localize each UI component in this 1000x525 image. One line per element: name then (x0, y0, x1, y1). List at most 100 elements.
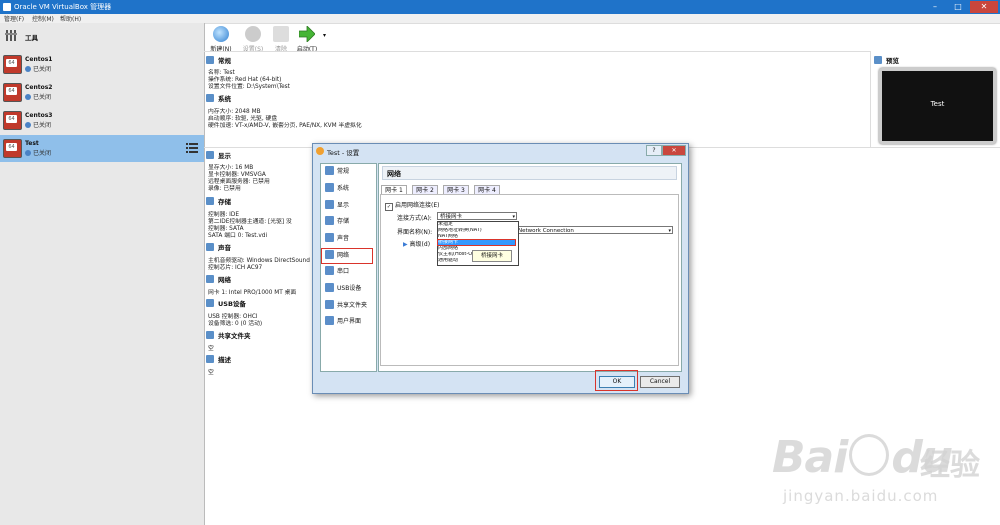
storage-line: SATA 端口 0: Test.vdi (208, 233, 268, 239)
nav-general[interactable]: 常规 (322, 165, 372, 179)
dialog-close-button[interactable]: ✕ (662, 145, 686, 156)
powered-off-icon (25, 94, 31, 100)
checkbox-icon: ✓ (385, 203, 393, 211)
powered-off-icon (25, 66, 31, 72)
powered-off-icon (25, 150, 31, 156)
network-icon (206, 275, 214, 283)
chip-icon (325, 183, 334, 192)
dropdown-option[interactable]: NAT网络 (438, 234, 515, 239)
cancel-button[interactable]: Cancel (640, 376, 680, 388)
tools-item[interactable]: 工具 (0, 23, 204, 50)
tools-icon (5, 29, 19, 42)
preview-icon (874, 56, 882, 64)
nav-audio[interactable]: 声音 (322, 232, 372, 246)
ui-icon (325, 316, 334, 325)
storage-section-title: 存储 (206, 196, 231, 206)
vm-os-icon: 64 (3, 83, 22, 102)
usb-icon (206, 299, 214, 307)
nav-shared-folders[interactable]: 共享文件夹 (322, 299, 372, 313)
network-section-title: 网络 (206, 274, 231, 284)
shared-line: 空 (208, 346, 214, 352)
vm-preview-screen: Test (879, 68, 996, 144)
vm-menu-icon[interactable] (186, 142, 198, 154)
vm-state: 已关闭 (25, 64, 51, 73)
disk-icon (206, 197, 214, 205)
vm-list-pane: 工具 64 Centos1 已关闭 64 Centos2 已关闭 64 Cent… (0, 23, 205, 525)
audio-line: 控制芯片: ICH AC97 (208, 265, 263, 271)
advanced-toggle[interactable]: ▶ 高级(d) (403, 239, 430, 248)
dialog-help-button[interactable]: ? (646, 145, 662, 156)
nav-serial[interactable]: 串口 (322, 265, 372, 279)
vm-name: Centos3 (25, 112, 53, 119)
dropdown-option[interactable]: 网络地址转换(NAT) (438, 228, 515, 233)
maximize-button[interactable]: □ (947, 1, 969, 13)
gear-icon (245, 26, 261, 42)
new-vm-button[interactable]: 新建(N) (206, 26, 236, 53)
nav-user-interface[interactable]: 用户界面 (322, 315, 372, 329)
minimize-button[interactable]: – (924, 1, 946, 13)
tooltip: 桥接网卡 (472, 250, 512, 262)
close-button[interactable]: ✕ (970, 1, 998, 13)
monitor-icon (206, 151, 214, 159)
ok-highlight-box (595, 370, 638, 391)
vm-name: Centos2 (25, 84, 53, 91)
interface-name-label: 界面名称(N): (397, 229, 433, 236)
nav-storage[interactable]: 存储 (322, 215, 372, 229)
paw-logo-icon (849, 434, 890, 476)
general-line: 设置文件位置: D:\System\Test (208, 84, 290, 90)
usb-line: 设备筛选: 0 (0 活动) (208, 321, 263, 327)
start-arrow-icon (298, 25, 316, 43)
vm-item-test[interactable]: 64 Test 已关闭 (0, 135, 204, 162)
disk-icon (325, 216, 334, 225)
tools-label: 工具 (25, 34, 38, 42)
general-icon (325, 166, 334, 175)
nav-network[interactable]: 网络 (321, 248, 373, 264)
vm-state: 已关闭 (25, 92, 51, 101)
chip-icon (206, 94, 214, 102)
system-line: 硬件加速: VT-x/AMD-V, 嵌套分页, PAE/NX, KVM 半虚拟化 (208, 123, 362, 129)
start-button[interactable]: 启动(T) (292, 25, 322, 53)
vm-item-centos2[interactable]: 64 Centos2 已关闭 (0, 79, 204, 106)
monitor-icon (325, 200, 334, 209)
desc-line: 空 (208, 370, 214, 376)
vm-item-centos3[interactable]: 64 Centos3 已关闭 (0, 107, 204, 134)
dialog-title: Test - 设置 (327, 149, 360, 157)
vm-name: Test (25, 140, 39, 147)
preview-text: Test (930, 100, 945, 108)
dropdown-option[interactable]: 未指定 (438, 222, 515, 227)
title-bar: Oracle VM VirtualBox 管理器 – □ ✕ (0, 0, 1000, 14)
system-section-title: 系统 (206, 93, 231, 103)
serial-port-icon (325, 266, 334, 275)
attach-type-select[interactable]: 桥接网卡 ▾ (437, 212, 517, 220)
vm-os-icon: 64 (3, 111, 22, 130)
chevron-down-icon: ▾ (512, 214, 515, 220)
enable-network-checkbox[interactable]: ✓ 启用网络连接(E) (385, 200, 439, 211)
expand-arrow-icon: ▶ (403, 241, 408, 248)
shared-section-title: 共享文件夹 (206, 330, 251, 340)
gear-icon (316, 147, 324, 155)
menu-control[interactable]: 控制(M) (32, 14, 54, 23)
watermark-cn: 经验 (920, 448, 980, 483)
nav-usb[interactable]: USB设备 (322, 282, 372, 296)
menu-file[interactable]: 管理(F) (4, 14, 24, 23)
speaker-icon (206, 243, 214, 251)
preview-section-title: 预览 (874, 55, 899, 65)
nav-display[interactable]: 显示 (322, 199, 372, 213)
usb-section-title: USB设备 (206, 298, 246, 308)
settings-button[interactable]: 设置(S) (238, 26, 268, 53)
folder-icon (206, 331, 214, 339)
display-section-title: 显示 (206, 150, 231, 160)
powered-off-icon (25, 122, 31, 128)
nav-system[interactable]: 系统 (322, 182, 372, 196)
vm-name: Centos1 (25, 56, 53, 63)
vm-item-centos1[interactable]: 64 Centos1 已关闭 (0, 51, 204, 78)
folder-icon (325, 300, 334, 309)
virtualbox-icon (3, 3, 11, 11)
display-line: 录像: 已禁用 (208, 186, 241, 192)
description-icon (206, 355, 214, 363)
dropdown-option-selected[interactable]: 桥接网卡 (437, 239, 516, 246)
general-icon (206, 56, 214, 64)
start-dropdown-icon[interactable]: ▾ (323, 32, 326, 39)
menu-help[interactable]: 帮助(H) (60, 14, 81, 23)
new-icon (213, 26, 229, 42)
